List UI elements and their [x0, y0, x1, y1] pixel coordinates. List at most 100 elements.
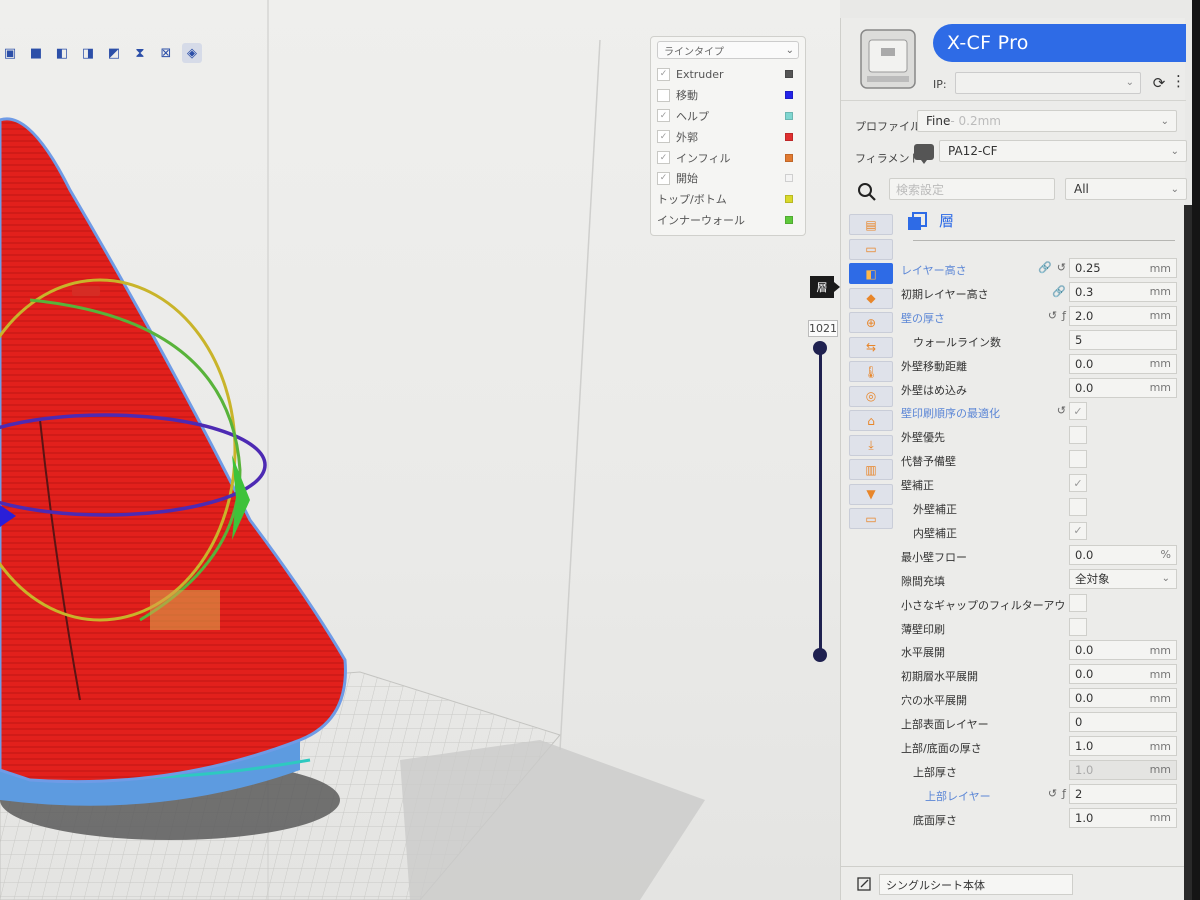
setting-checkbox[interactable]	[1069, 498, 1087, 516]
ip-select[interactable]: ⌄	[955, 72, 1141, 94]
setting-input[interactable]: 1.0 mm	[1069, 736, 1177, 756]
layer-slider-track[interactable]	[819, 346, 822, 656]
more-icon[interactable]: ⋮	[1171, 72, 1186, 94]
build-plate-shadow	[400, 740, 705, 900]
setting-checkbox[interactable]	[1069, 593, 1087, 612]
refresh-icon[interactable]: ⟳	[1149, 72, 1169, 94]
setting-checkbox[interactable]: ✓	[1069, 521, 1087, 540]
category-tab-plus-circle[interactable]: ⊕	[849, 312, 893, 333]
gizmo-handle	[72, 286, 100, 296]
setting-row: レイヤー高さ 🔗 ↺ 0.25 mm	[897, 258, 1187, 280]
settings-filter-value: All	[1074, 182, 1089, 196]
3d-viewport[interactable]: ▣ ■ ◧ ◨ ◩ ⧗ ⊠ ◈ ラインタイプ ⌄ ✓ Extruder 移動 ✓ ヘルプ ✓ 外郭 ✓ インフ…	[0, 0, 840, 900]
setting-checkbox[interactable]: ✓	[1069, 474, 1087, 493]
printer-name-badge[interactable]: X-CF Pro	[933, 24, 1186, 62]
setting-unit: mm	[1149, 739, 1171, 753]
setting-label: 薄壁印刷	[901, 622, 945, 636]
legend-item[interactable]: 移動	[657, 85, 799, 106]
category-tab-chart[interactable]: ▥	[849, 459, 893, 480]
reset-icon[interactable]: ↺	[1048, 787, 1057, 800]
category-tab-document[interactable]: ▤	[849, 214, 893, 235]
setting-row: 外壁補正	[897, 497, 1187, 519]
setting-input[interactable]: 5	[1069, 329, 1177, 350]
setting-input[interactable]: 2	[1069, 783, 1177, 804]
legend-checkbox[interactable]: ✓	[657, 151, 670, 165]
setting-value: 0	[1075, 715, 1083, 730]
cube-top-button[interactable]: ◧	[52, 43, 72, 63]
category-tab-speed[interactable]: ⇆	[849, 336, 893, 358]
cube-view-button[interactable]: ▣	[0, 43, 20, 63]
legend-checkbox[interactable]: ✓	[657, 109, 670, 123]
setting-input[interactable]: 0.3 mm	[1069, 281, 1177, 302]
legend-checkbox[interactable]: ✓	[657, 171, 670, 185]
legend-item[interactable]: インナーウォール	[657, 210, 799, 231]
setting-state-icons: 🔗	[1034, 285, 1066, 298]
search-placeholder: 検索設定	[896, 182, 945, 197]
settings-filter-select[interactable]: All ⌄	[1065, 178, 1187, 200]
setting-input[interactable]: 1.0 mm	[1069, 759, 1177, 780]
legend-checkbox[interactable]	[657, 88, 670, 102]
setting-input[interactable]: 0.0%	[1069, 544, 1177, 565]
legend-label: 外郭	[676, 130, 698, 144]
layer-slider-bottom-handle[interactable]	[813, 648, 827, 662]
filament-select[interactable]: PA12-CF ⌄	[939, 140, 1187, 162]
category-tab-layers[interactable]: ◧	[849, 263, 893, 284]
legend-item[interactable]: ✓ ヘルプ	[657, 106, 799, 127]
setting-select[interactable]: 全対象 ⌄	[1069, 568, 1177, 589]
category-tab-funnel[interactable]: ▼	[849, 483, 893, 505]
setting-input[interactable]: 0.0 mm	[1069, 640, 1177, 661]
category-tab-fan[interactable]: ◎	[849, 385, 893, 407]
line-type-select[interactable]: ラインタイプ ⌄	[657, 41, 799, 59]
settings-scrollbar[interactable]	[1184, 205, 1192, 900]
cube-front-button[interactable]: ■	[26, 43, 46, 63]
hourglass-view-button[interactable]: ⧗	[130, 43, 150, 63]
legend-item[interactable]: ✓ 開始	[657, 168, 799, 189]
object-name-field[interactable]: シングルシート本体	[879, 874, 1073, 895]
cube-right-button[interactable]: ◩	[104, 43, 124, 63]
legend-item[interactable]: ✓ 外郭	[657, 126, 799, 147]
chevron-down-icon: ⌄	[1161, 573, 1170, 585]
category-tab-thermometer[interactable]: 🌡	[849, 361, 893, 382]
category-tab-support[interactable]: ⌂	[849, 410, 893, 431]
search-input[interactable]: 検索設定	[889, 178, 1055, 200]
monitor-icon: ▭	[865, 242, 877, 256]
line-type-select-label: ラインタイプ	[664, 46, 724, 58]
setting-input[interactable]: 0	[1069, 712, 1177, 733]
setting-checkbox[interactable]	[1069, 450, 1087, 469]
edit-icon[interactable]	[857, 877, 871, 891]
category-tab-monitor[interactable]: ▭	[849, 238, 893, 260]
category-tab-experimental[interactable]: ▭	[849, 508, 893, 529]
setting-input[interactable]: 0.25 mm	[1069, 258, 1177, 278]
setting-checkbox[interactable]	[1069, 617, 1087, 636]
setting-input[interactable]: 2.0 mm	[1069, 305, 1177, 326]
setting-state-icons: ↺	[1034, 404, 1066, 417]
reset-icon[interactable]: ↺	[1057, 261, 1066, 274]
setting-checkbox[interactable]: ✓	[1069, 402, 1087, 421]
line-type-legend: ラインタイプ ⌄ ✓ Extruder 移動 ✓ ヘルプ ✓ 外郭 ✓ インフィル ✓ 開始 トップ/…	[650, 36, 806, 236]
setting-input[interactable]: 0.0 mm	[1069, 688, 1177, 709]
layer-slider-top-handle[interactable]	[813, 341, 827, 355]
setting-row: 最小壁フロー 0.0%	[897, 544, 1187, 567]
legend-checkbox[interactable]: ✓	[657, 130, 670, 144]
legend-item[interactable]: ✓ インフィル	[657, 147, 799, 168]
setting-input[interactable]: 0.0 mm	[1069, 664, 1177, 685]
setting-input[interactable]: 0.0 mm	[1069, 353, 1177, 374]
profile-select[interactable]: Fine - 0.2mm ⌄	[917, 110, 1177, 132]
cube-left-button[interactable]: ◨	[78, 43, 98, 63]
setting-checkbox[interactable]	[1069, 426, 1087, 445]
cube-left-icon: ◨	[81, 45, 95, 61]
layer-view-button[interactable]: ◈	[182, 43, 202, 63]
layer-number-input[interactable]: 1021	[808, 320, 838, 337]
setting-input[interactable]: 1.0 mm	[1069, 807, 1177, 828]
setting-unit: mm	[1149, 357, 1171, 371]
setting-input[interactable]: 0.0 mm	[1069, 377, 1177, 398]
x-ray-view-button[interactable]: ⊠	[156, 43, 176, 63]
category-tab-adhesion[interactable]: ⤓	[849, 434, 893, 456]
legend-item[interactable]: ✓ Extruder	[657, 64, 799, 85]
category-tab-wall[interactable]: ◆	[849, 287, 893, 309]
reset-icon[interactable]: ↺	[1048, 309, 1057, 322]
reset-icon[interactable]: ↺	[1057, 404, 1066, 417]
legend-checkbox[interactable]: ✓	[657, 67, 670, 81]
legend-item[interactable]: トップ/ボトム	[657, 189, 799, 210]
legend-label: 移動	[676, 89, 698, 103]
